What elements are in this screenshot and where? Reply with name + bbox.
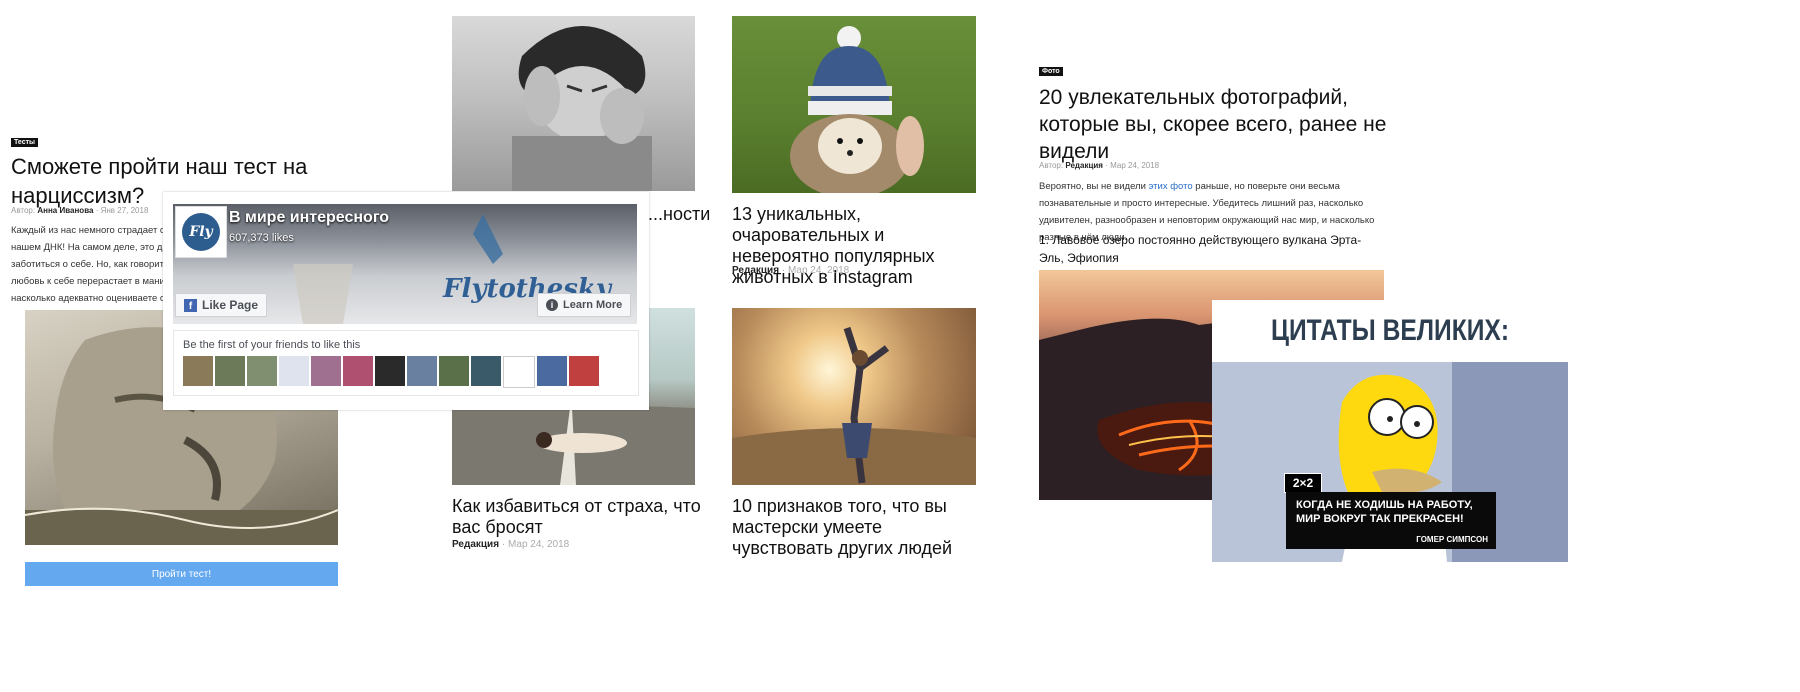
author-prefix: Автор: xyxy=(1039,161,1064,170)
avatar[interactable] xyxy=(279,356,309,386)
meta-dot: · xyxy=(95,206,99,215)
card-date: Мар 24, 2018 xyxy=(507,539,570,550)
excerpt-line: нашем ДНК! На самом деле, это даже п xyxy=(11,242,176,253)
fb-learn-more-button[interactable]: i Learn More xyxy=(537,293,632,317)
excerpt-line: Каждый из нас немного страдает от на xyxy=(11,225,176,236)
avatar[interactable] xyxy=(215,356,245,386)
article-subheading: 1. Лавовое озеро постоянно действующего … xyxy=(1039,233,1362,265)
avatar[interactable] xyxy=(471,356,501,386)
card-author[interactable]: Редакция xyxy=(452,539,499,550)
article-excerpt: Каждый из нас немного страдает от на наш… xyxy=(11,222,176,307)
avatar[interactable] xyxy=(375,356,405,386)
woman-covering-ears-image[interactable] xyxy=(452,16,695,191)
quote-card[interactable]: ЦИТАТЫ ВЕЛИКИХ: 2×2 КОГДА НЕ ХОДИШЬ НА Р… xyxy=(1212,300,1568,562)
avatar[interactable] xyxy=(503,356,535,388)
article-meta: Автор: Анна Иванова · Янв 27, 2018 xyxy=(11,206,148,215)
article-meta: Автор: Редакция · Мар 24, 2018 xyxy=(1039,161,1159,170)
body-link[interactable]: этих фото xyxy=(1149,181,1193,192)
meta-dot: · xyxy=(781,265,786,276)
card-meta: Редакция · Мар 24, 2018 xyxy=(732,265,849,276)
fb-page-name[interactable]: В мире интересного xyxy=(229,209,389,227)
excerpt-line: любовь к себе перерастает в манию и с xyxy=(11,276,176,287)
card-title[interactable]: 10 признаков того, что вы мастерски умее… xyxy=(732,496,982,559)
avatar[interactable] xyxy=(569,356,599,386)
quote-attribution: ГОМЕР СИМПСОН xyxy=(1416,535,1488,544)
article-title[interactable]: 20 увлекательных фотографий, которые вы,… xyxy=(1039,84,1389,165)
homer-simpson-image: 2×2 КОГДА НЕ ХОДИШЬ НА РАБОТУ, МИР ВОКРУ… xyxy=(1212,362,1568,562)
quote-heading: ЦИТАТЫ ВЕЛИКИХ: xyxy=(1270,314,1510,347)
quote-caption-box: КОГДА НЕ ХОДИШЬ НА РАБОТУ, МИР ВОКРУГ ТА… xyxy=(1286,492,1496,549)
author-prefix: Автор: xyxy=(11,206,36,215)
category-tag[interactable]: Тесты xyxy=(11,138,39,147)
fb-like-label: Like Page xyxy=(202,298,259,312)
category-tag[interactable]: Фото xyxy=(1039,67,1063,76)
card-title[interactable]: Как избавиться от страха, что вас бросят xyxy=(452,496,702,538)
avatar[interactable] xyxy=(407,356,437,386)
info-icon: i xyxy=(546,299,558,311)
avatar[interactable] xyxy=(439,356,469,386)
channel-logo: 2×2 xyxy=(1284,473,1322,493)
fb-logo-text: Fly xyxy=(182,213,220,251)
fb-page-logo[interactable]: Fly xyxy=(175,206,227,258)
take-test-label: Пройти тест! xyxy=(151,568,212,580)
avatar[interactable] xyxy=(247,356,277,386)
avatar[interactable] xyxy=(311,356,341,386)
avatar[interactable] xyxy=(537,356,567,386)
author-name[interactable]: Анна Иванова xyxy=(37,206,93,215)
author-name[interactable]: Редакция xyxy=(1065,161,1103,170)
meta-dot: · xyxy=(501,539,506,550)
card-title[interactable]: ...ности xyxy=(648,204,710,225)
body-text: Вероятно, вы не видели xyxy=(1039,181,1149,192)
article-date: Мар 24, 2018 xyxy=(1110,161,1160,170)
facebook-page-widget: Flytothesky Fly В мире интересного 607,3… xyxy=(163,192,649,410)
meta-dot: · xyxy=(1105,161,1108,170)
excerpt-line: насколько адекватно оцениваете себя xyxy=(11,293,176,304)
fb-learn-more-label: Learn More xyxy=(563,299,623,311)
card-date: Мар 24, 2018 xyxy=(787,265,850,276)
take-test-button[interactable]: Пройти тест! xyxy=(25,562,338,586)
avatar[interactable] xyxy=(343,356,373,386)
article-date: Янв 27, 2018 xyxy=(100,206,149,215)
dancing-woman-sunset-image[interactable] xyxy=(732,308,976,485)
fb-likes-count: 607,373 likes xyxy=(229,232,294,244)
quote-text: КОГДА НЕ ХОДИШЬ НА РАБОТУ, МИР ВОКРУГ ТА… xyxy=(1296,499,1473,525)
fb-like-page-button[interactable]: f Like Page xyxy=(175,293,268,317)
facebook-icon: f xyxy=(184,298,197,312)
avatar[interactable] xyxy=(183,356,213,386)
excerpt-line: заботиться о себе. Но, как говорится, і xyxy=(11,259,176,270)
fb-friends-text: Be the first of your friends to like thi… xyxy=(183,339,361,351)
fb-friends-box: Be the first of your friends to like thi… xyxy=(173,330,639,396)
card-meta: Редакция · Мар 24, 2018 xyxy=(452,539,569,550)
hedgehog-in-hat-image[interactable] xyxy=(732,16,976,193)
card-author[interactable]: Редакция xyxy=(732,265,779,276)
fb-friend-avatars xyxy=(183,356,599,388)
